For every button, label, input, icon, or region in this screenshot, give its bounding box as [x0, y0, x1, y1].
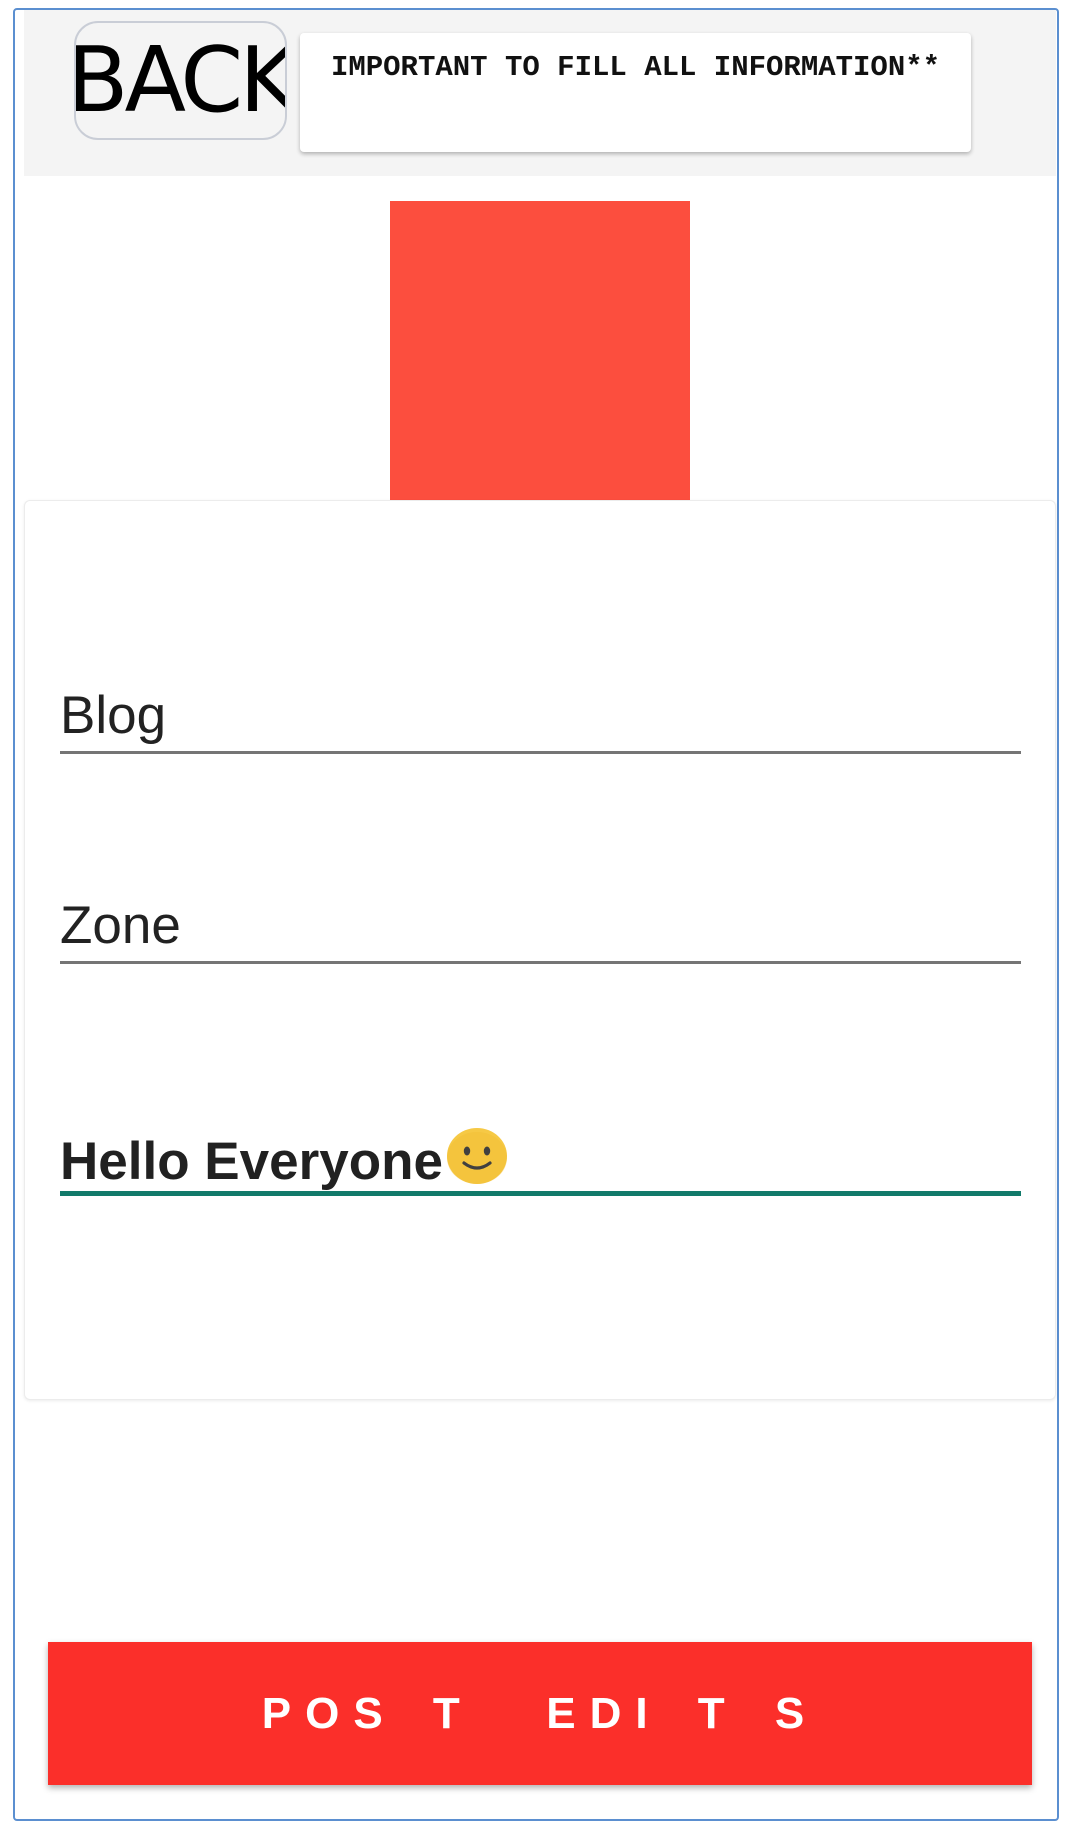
message-text: Hello Everyone: [60, 1132, 443, 1191]
notice-text: IMPORTANT TO FILL ALL INFORMATION**: [330, 51, 941, 84]
smiley-emoji-icon: [446, 1128, 507, 1184]
post-image[interactable]: [390, 201, 690, 501]
message-underline: [60, 1191, 1021, 1196]
zone-field[interactable]: Zone: [60, 885, 1021, 965]
blog-field[interactable]: Blog: [60, 675, 1021, 755]
zone-input-value[interactable]: Zone: [60, 895, 181, 956]
notice-banner: IMPORTANT TO FILL ALL INFORMATION**: [300, 33, 971, 152]
blog-input-value[interactable]: Blog: [60, 685, 166, 746]
back-button[interactable]: BACK: [74, 21, 287, 140]
post-edits-button[interactable]: POS T EDI T S: [48, 1642, 1032, 1785]
blog-underline: [60, 751, 1021, 754]
message-field[interactable]: Hello Everyone: [60, 1115, 1021, 1200]
zone-underline: [60, 961, 1021, 964]
message-input-value[interactable]: Hello Everyone: [60, 1125, 509, 1192]
